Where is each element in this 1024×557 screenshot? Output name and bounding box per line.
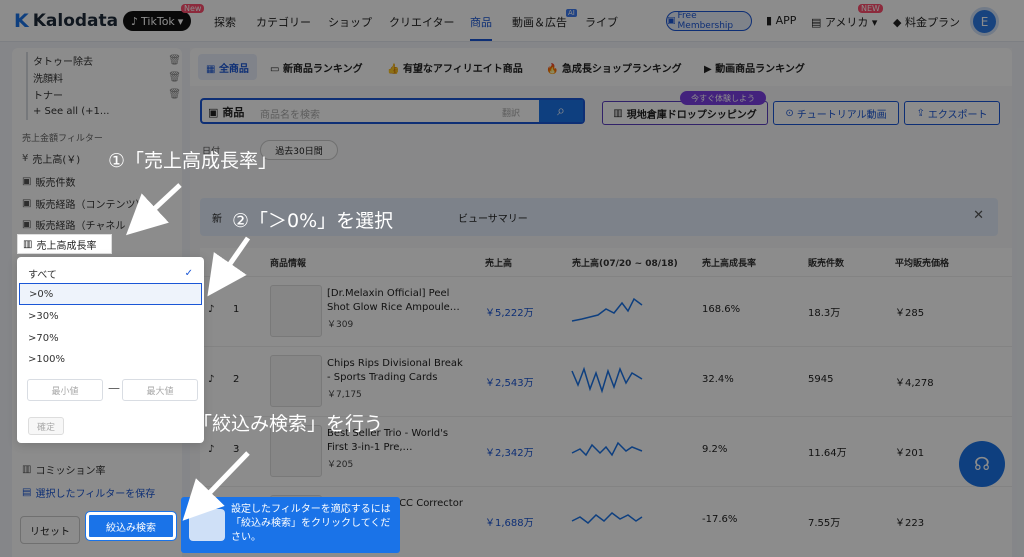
arrow-step3 bbox=[182, 451, 250, 521]
arrow-step1 bbox=[126, 183, 182, 236]
arrow-step2 bbox=[207, 236, 251, 297]
annotation-arrows bbox=[126, 183, 251, 521]
